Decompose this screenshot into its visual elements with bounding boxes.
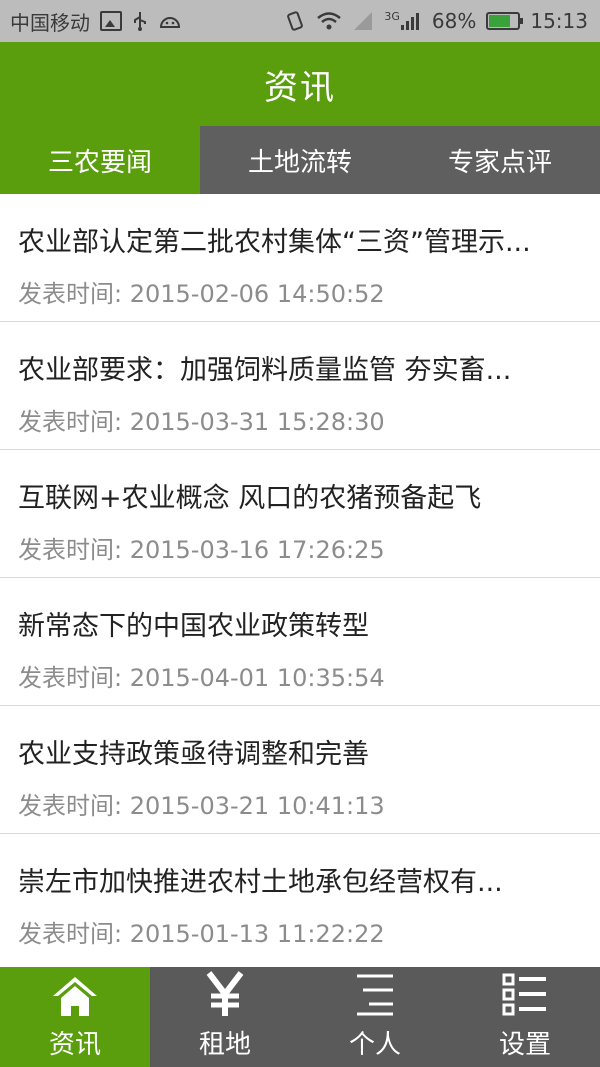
news-title: 农业支持政策亟待调整和完善 xyxy=(18,739,369,770)
news-item[interactable]: 新常态下的中国农业政策转型 发表时间: 2015-04-01 10:35:54 xyxy=(0,578,600,706)
news-item[interactable]: 农业部要求：加强饲料质量监管 夯实畜... 发表时间: 2015-03-31 1… xyxy=(0,322,600,450)
tab-expert-review[interactable]: 专家点评 xyxy=(400,126,600,194)
settings-list-icon xyxy=(502,973,546,1016)
carrier-label: 中国移动 xyxy=(10,10,90,35)
status-bar: 中国移动 3G 68% 15:13 xyxy=(0,0,600,42)
vibrate-icon xyxy=(287,11,304,31)
news-title: 互联网+农业概念 风口的农猪预备起飞 xyxy=(18,483,482,514)
news-title: 新常态下的中国农业政策转型 xyxy=(18,611,369,642)
news-title: 农业部要求：加强饲料质量监管 夯实畜... xyxy=(18,355,512,386)
news-title: 农业部认定第二批农村集体“三资”管理示... xyxy=(18,227,531,258)
news-time: 发表时间: 2015-03-16 17:26:25 xyxy=(18,536,385,564)
app-header: 资讯 xyxy=(0,42,600,126)
nav-settings[interactable]: 设置 xyxy=(450,967,600,1067)
battery-icon xyxy=(486,12,524,30)
no-signal-icon xyxy=(354,12,373,30)
network-type: 3G xyxy=(384,10,400,23)
battery-percent: 68% xyxy=(431,9,477,33)
tab-label: 专家点评 xyxy=(447,147,552,178)
gallery-icon xyxy=(100,11,122,31)
tab-label: 三农要闻 xyxy=(47,147,152,178)
nav-personal[interactable]: 个人 xyxy=(300,967,450,1067)
category-tabs: 三农要闻 土地流转 专家点评 xyxy=(0,126,600,194)
news-item[interactable]: 农业部认定第二批农村集体“三资”管理示... 发表时间: 2015-02-06 … xyxy=(0,194,600,322)
nav-label: 资讯 xyxy=(48,1030,101,1060)
tab-land-transfer[interactable]: 土地流转 xyxy=(200,126,400,194)
signal-icon xyxy=(400,13,419,30)
news-time: 发表时间: 2015-03-31 15:28:30 xyxy=(18,408,385,436)
news-item[interactable]: 互联网+农业概念 风口的农猪预备起飞 发表时间: 2015-03-16 17:2… xyxy=(0,450,600,578)
usb-icon xyxy=(134,12,146,31)
nav-news[interactable]: 资讯 xyxy=(0,967,150,1067)
android-icon xyxy=(159,17,181,28)
news-time: 发表时间: 2015-04-01 10:35:54 xyxy=(18,664,385,692)
wifi-icon xyxy=(317,12,342,30)
clock: 15:13 xyxy=(530,9,588,33)
news-time: 发表时间: 2015-02-06 14:50:52 xyxy=(18,280,385,308)
nav-label: 个人 xyxy=(348,1030,401,1060)
tab-sannong-news[interactable]: 三农要闻 xyxy=(0,126,200,194)
nav-label: 租地 xyxy=(198,1030,251,1060)
news-item[interactable]: 崇左市加快推进农村土地承包经营权有... 发表时间: 2015-01-13 11… xyxy=(0,834,600,962)
person-lines-icon xyxy=(357,974,393,1016)
home-icon xyxy=(53,977,97,1016)
news-title: 崇左市加快推进农村土地承包经营权有... xyxy=(18,867,503,898)
nav-label: 设置 xyxy=(498,1030,551,1060)
news-item[interactable]: 农业支持政策亟待调整和完善 发表时间: 2015-03-21 10:41:13 xyxy=(0,706,600,834)
news-time: 发表时间: 2015-03-21 10:41:13 xyxy=(18,792,385,820)
news-time: 发表时间: 2015-01-13 11:22:22 xyxy=(18,920,385,948)
tab-label: 土地流转 xyxy=(247,147,352,178)
nav-rent-land[interactable]: 租地 xyxy=(150,967,300,1067)
page-title: 资讯 xyxy=(264,67,336,108)
bottom-nav: 资讯 租地 个人 设置 xyxy=(0,967,600,1067)
yuan-icon xyxy=(206,971,244,1016)
news-list: 农业部认定第二批农村集体“三资”管理示... 发表时间: 2015-02-06 … xyxy=(0,194,600,962)
